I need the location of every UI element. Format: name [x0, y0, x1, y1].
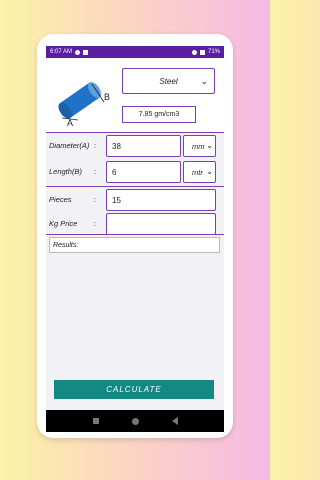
battery-level: 71% [207, 49, 220, 55]
length-input[interactable]: 6 [106, 161, 181, 183]
kg-price-row: Kg Price : [46, 213, 224, 235]
chevron-down-icon: ⌄ [206, 167, 213, 176]
status-time: 6:07 AM [50, 49, 73, 55]
colon: : [94, 219, 97, 228]
density-display: 7.85 gm/cm3 [122, 106, 196, 123]
status-bar: 6:07 AM 71% [46, 46, 224, 58]
diameter-unit-dropdown[interactable]: mm ⌄ [183, 135, 216, 157]
signal-icon [199, 49, 205, 55]
pieces-label: Pieces [49, 195, 72, 204]
calculate-button[interactable]: CALCULATE [54, 380, 214, 399]
navigation-bar [46, 410, 224, 432]
kg-price-label: Kg Price [49, 219, 78, 228]
length-unit: mtr [192, 167, 203, 177]
material-section: B A Steel ⌄ 7.85 gm/cm3 [46, 58, 224, 132]
diameter-row: Diameter(A) : 38 mm ⌄ [46, 135, 224, 157]
pieces-row: Pieces : 15 [46, 189, 224, 211]
material-dropdown[interactable]: Steel ⌄ [122, 68, 215, 94]
facebook-icon [83, 49, 89, 55]
diagram-label-a: A [67, 118, 73, 126]
calculator-content: B A Steel ⌄ 7.85 gm/cm3 Diameter(A) : 38… [46, 58, 224, 410]
notification-icon [75, 49, 81, 55]
length-unit-dropdown[interactable]: mtr ⌄ [183, 161, 216, 183]
results-box: Results: [49, 237, 220, 253]
material-selected: Steel [159, 76, 178, 86]
back-icon[interactable] [171, 417, 178, 425]
pieces-input[interactable]: 15 [106, 189, 216, 211]
diameter-input[interactable]: 38 [106, 135, 181, 157]
diagram-label-b: B [104, 92, 110, 102]
divider [46, 234, 224, 235]
wifi-icon [191, 49, 197, 55]
chevron-down-icon: ⌄ [200, 76, 208, 86]
results-label: Results: [53, 241, 79, 249]
length-label: Length(B) [49, 167, 82, 176]
colon: : [94, 167, 97, 176]
diameter-label: Diameter(A) [49, 141, 90, 150]
recent-apps-icon[interactable] [92, 418, 99, 424]
cylinder-diagram-icon: B A [58, 82, 110, 126]
divider [46, 186, 224, 187]
colon: : [94, 195, 97, 204]
kg-price-input[interactable] [106, 213, 216, 235]
length-row: Length(B) : 6 mtr ⌄ [46, 161, 224, 183]
home-icon[interactable] [131, 417, 139, 425]
chevron-down-icon: ⌄ [206, 141, 213, 150]
diameter-unit: mm [192, 141, 205, 151]
divider [46, 132, 224, 133]
app-screen: 6:07 AM 71% B A Steel ⌄ 7.85 gm/cm3 Diam… [46, 46, 224, 432]
colon: : [94, 141, 97, 150]
